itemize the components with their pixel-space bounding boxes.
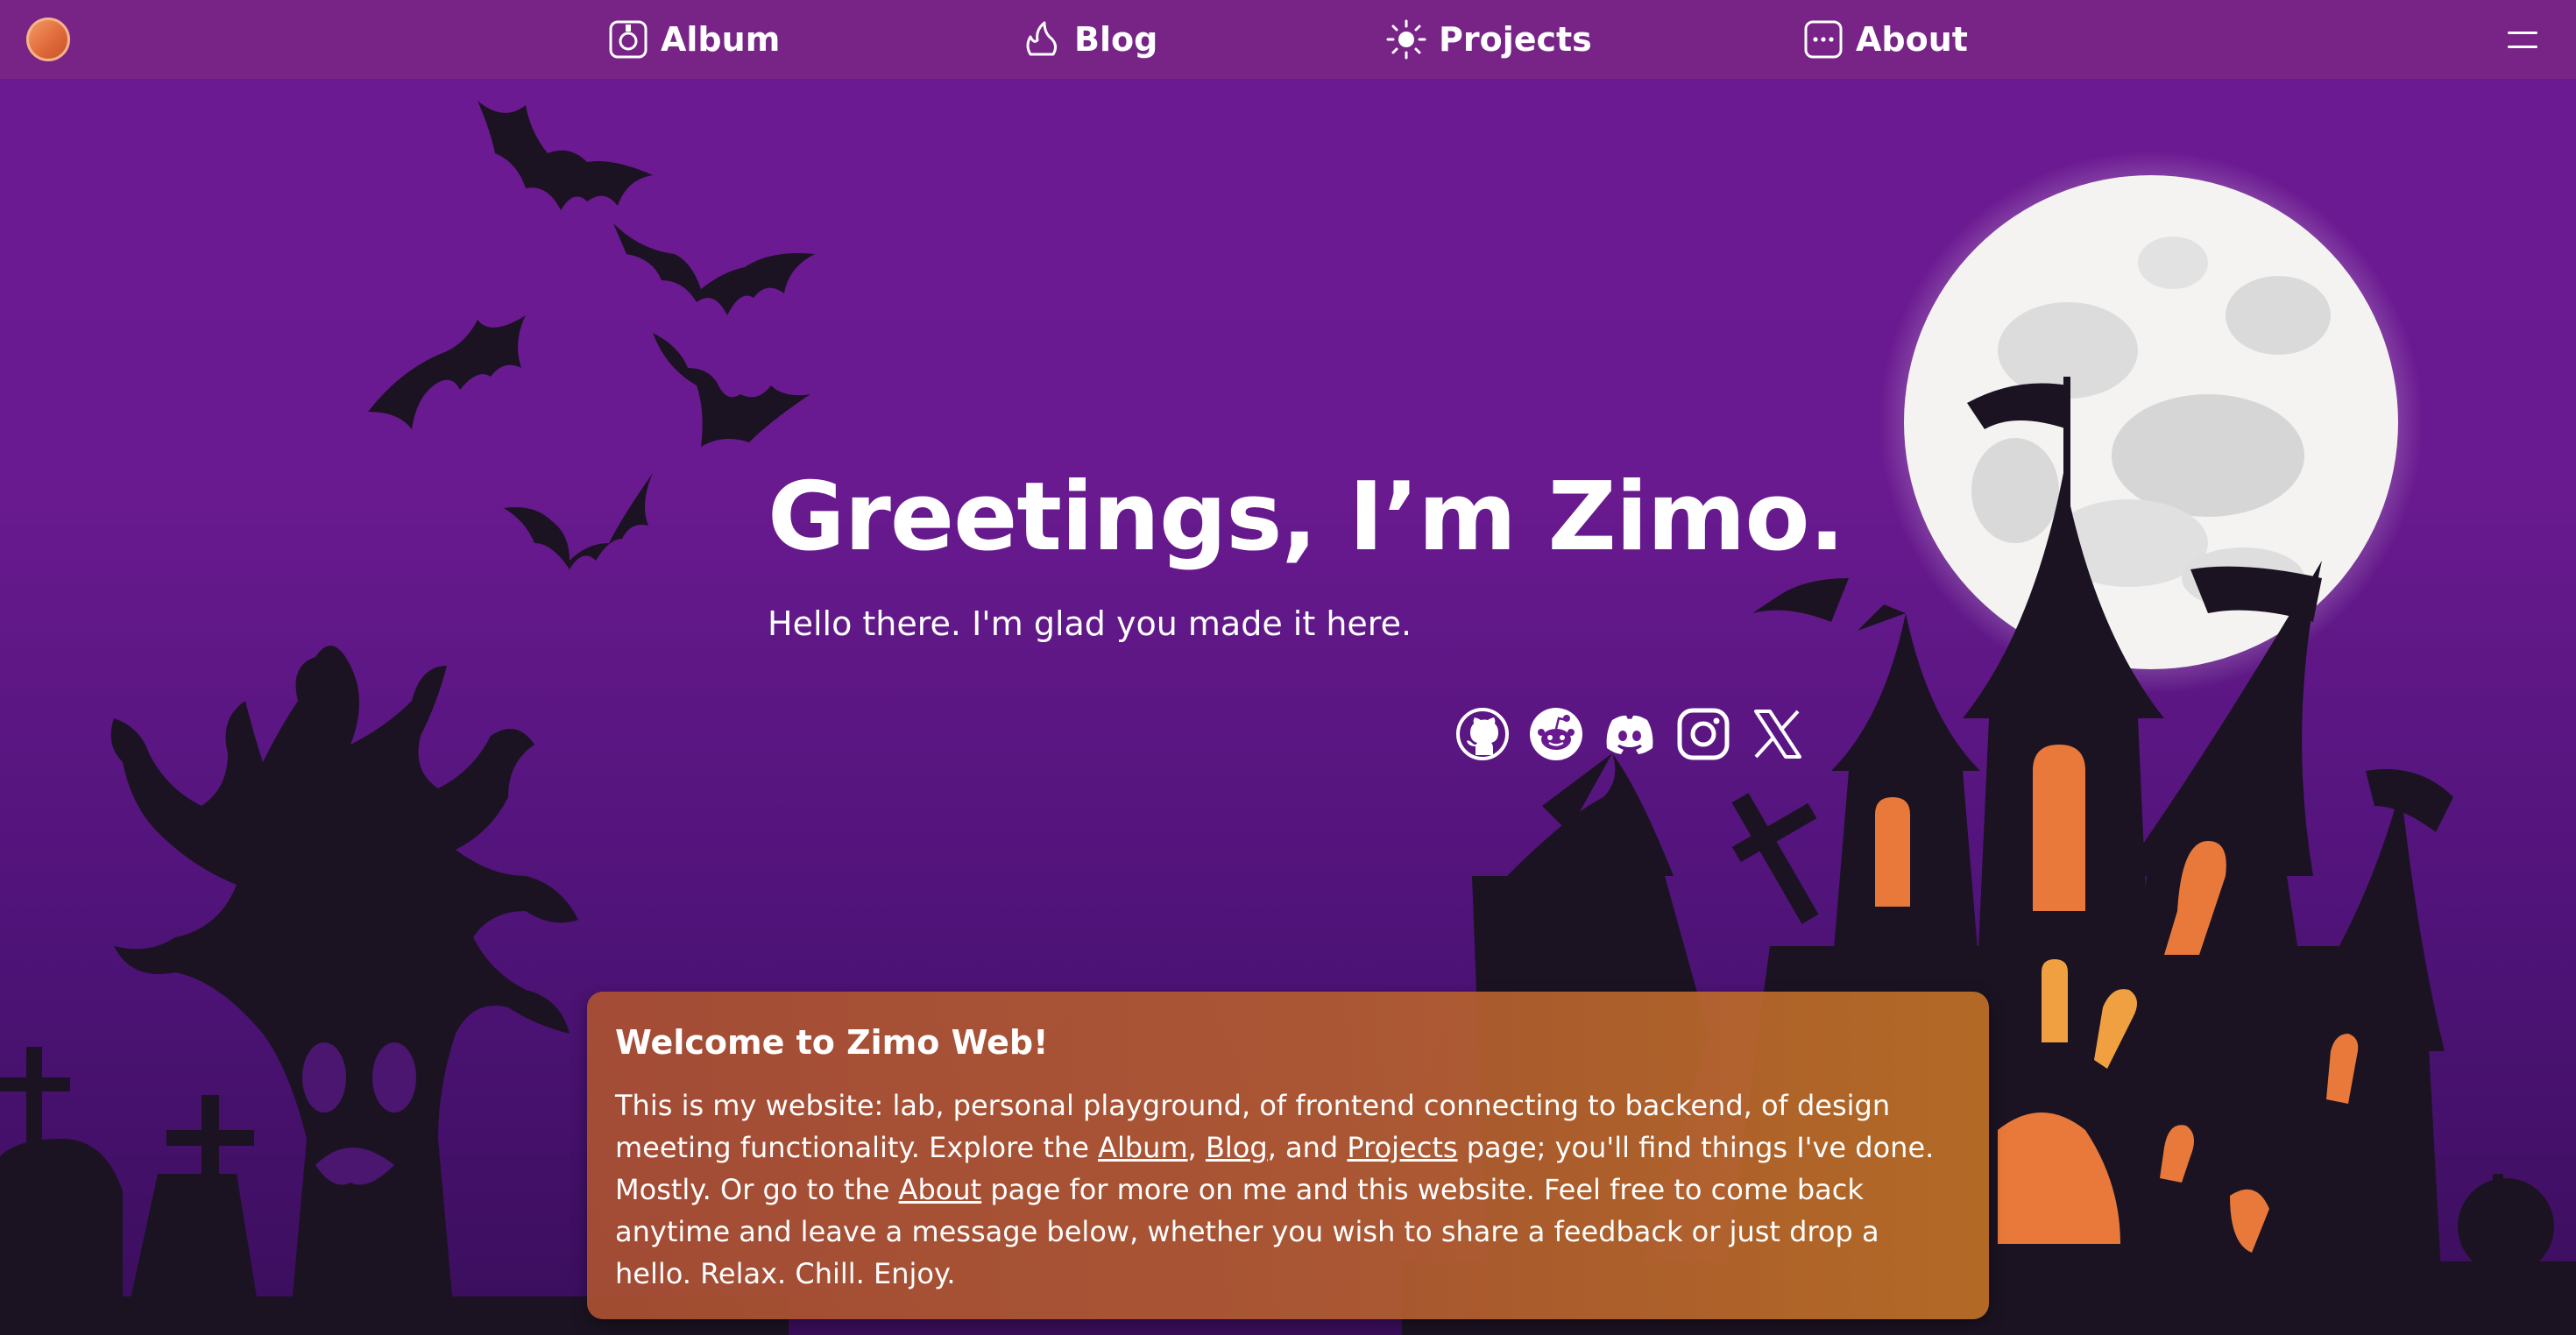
welcome-text: This is my website: lab, personal playgr… — [615, 1084, 1961, 1295]
link-blog[interactable]: Blog — [1206, 1131, 1268, 1164]
menu-line — [2508, 46, 2537, 48]
nav-projects[interactable]: Projects — [1386, 14, 1592, 65]
hero-title: Greetings, I’m Zimo. — [768, 463, 1845, 572]
projects-icon — [1386, 19, 1426, 60]
link-about[interactable]: About — [899, 1173, 982, 1206]
social-links — [1454, 706, 1805, 762]
menu-line — [2508, 32, 2537, 34]
nav-blog[interactable]: Blog — [1022, 14, 1157, 65]
link-album[interactable]: Album — [1098, 1131, 1188, 1164]
hero-subtitle: Hello there. I'm glad you made it here. — [768, 604, 1412, 643]
nav-about[interactable]: About — [1803, 14, 1968, 65]
bats — [368, 101, 815, 569]
nav-album[interactable]: Album — [608, 14, 780, 65]
x-icon[interactable] — [1749, 706, 1805, 762]
nav-about-label: About — [1856, 20, 1968, 59]
album-icon — [609, 20, 648, 59]
nav-blog-label: Blog — [1074, 20, 1158, 59]
github-icon[interactable] — [1454, 706, 1511, 762]
moon — [1879, 151, 2423, 694]
nav-projects-label: Projects — [1439, 20, 1592, 59]
welcome-separator: , and — [1267, 1131, 1348, 1164]
link-projects[interactable]: Projects — [1347, 1131, 1457, 1164]
top-navbar: Album Blog Projects About — [0, 0, 2576, 79]
instagram-icon[interactable] — [1675, 706, 1731, 762]
discord-icon[interactable] — [1602, 706, 1658, 762]
blog-icon — [1026, 21, 1058, 56]
about-icon — [1804, 20, 1843, 59]
site-logo-icon[interactable] — [26, 18, 70, 61]
welcome-title: Welcome to Zimo Web! — [615, 1023, 1049, 1062]
nav-album-label: Album — [661, 20, 781, 59]
welcome-card: Welcome to Zimo Web! This is my website:… — [587, 992, 1989, 1319]
hamburger-menu-icon[interactable] — [2508, 26, 2537, 53]
reddit-icon[interactable] — [1528, 706, 1584, 762]
welcome-separator: , — [1187, 1131, 1206, 1164]
